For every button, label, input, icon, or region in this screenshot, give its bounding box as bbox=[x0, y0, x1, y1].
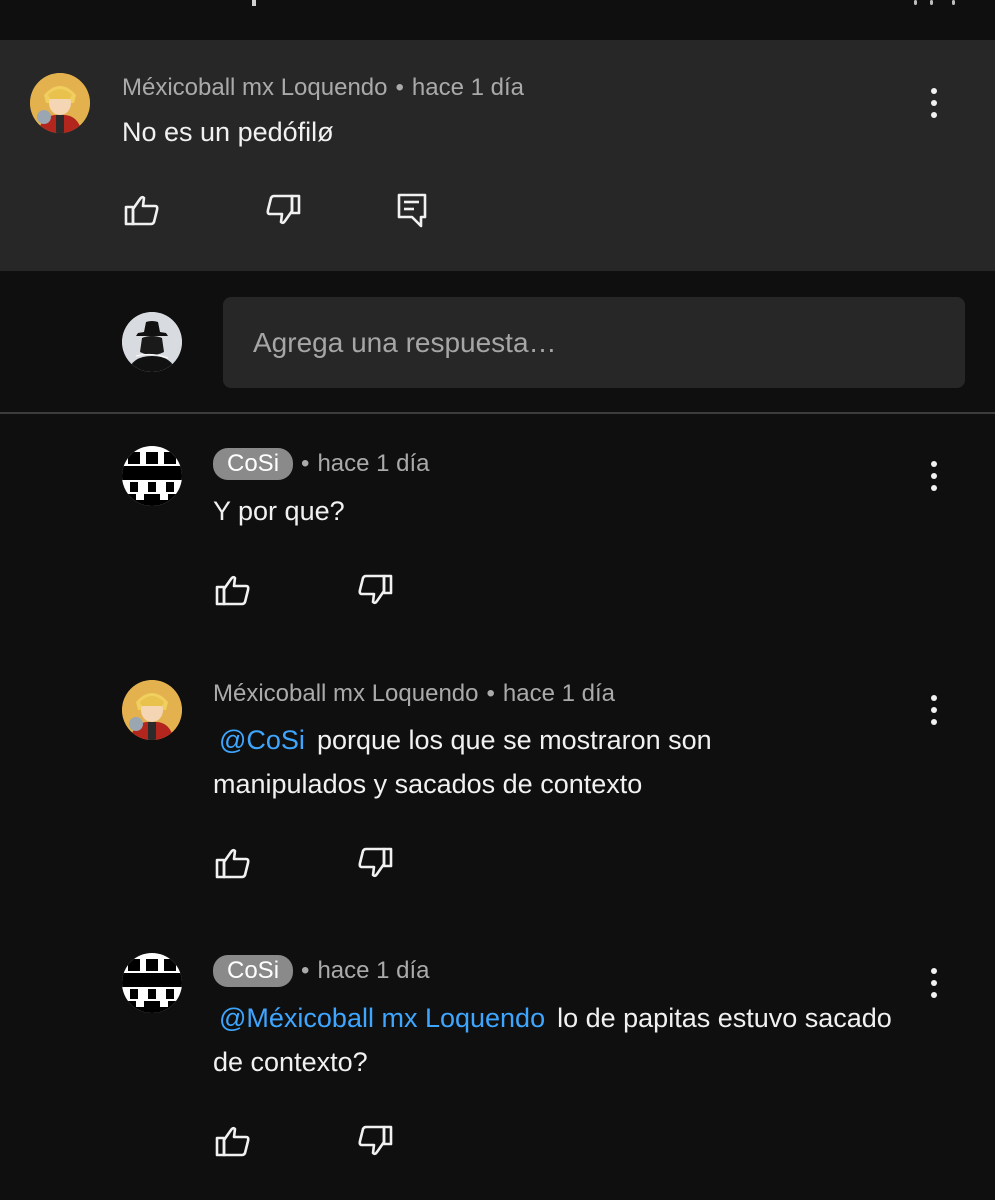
author-chip[interactable]: CoSi bbox=[213, 448, 294, 480]
reply-composer bbox=[0, 271, 995, 413]
divider bbox=[0, 412, 995, 414]
more-options-button[interactable] bbox=[914, 690, 954, 730]
comment-text: @Méxicoball mx Loquendo lo de papitas est… bbox=[213, 996, 913, 1084]
like-button[interactable] bbox=[210, 840, 256, 886]
current-user-avatar[interactable] bbox=[122, 312, 182, 372]
mention-link[interactable]: @Méxicoball mx Loquendo bbox=[219, 1003, 545, 1033]
anime-character-avatar-icon bbox=[30, 73, 90, 133]
top-strip bbox=[0, 0, 995, 40]
timestamp[interactable]: hace 1 día bbox=[317, 957, 429, 985]
dislike-button[interactable] bbox=[352, 567, 398, 613]
dislike-icon bbox=[266, 194, 301, 225]
cut-off-icon bbox=[908, 0, 958, 6]
like-icon bbox=[215, 575, 250, 606]
dislike-button[interactable] bbox=[352, 1118, 398, 1164]
reply-input[interactable] bbox=[223, 297, 965, 388]
like-icon bbox=[215, 1126, 250, 1157]
cut-off-glyph bbox=[252, 0, 256, 6]
author-name[interactable]: Méxicoball mx Loquendo bbox=[122, 74, 388, 102]
comment-meta: CoSi • hace 1 día bbox=[213, 955, 430, 987]
comment-text: Y por que? bbox=[213, 496, 345, 526]
hat-silhouette-avatar-icon bbox=[122, 312, 182, 372]
separator-dot: • bbox=[301, 957, 310, 984]
dislike-button[interactable] bbox=[352, 840, 398, 886]
author-name[interactable]: Méxicoball mx Loquendo bbox=[213, 680, 479, 708]
avatar[interactable] bbox=[122, 680, 182, 740]
mention-link[interactable]: @CoSi bbox=[219, 725, 305, 755]
avatar[interactable] bbox=[122, 953, 182, 1013]
reply-button[interactable] bbox=[388, 187, 434, 233]
dislike-button[interactable] bbox=[260, 187, 306, 233]
like-button[interactable] bbox=[119, 187, 165, 233]
more-options-button[interactable] bbox=[914, 456, 954, 496]
timestamp[interactable]: hace 1 día bbox=[503, 680, 615, 708]
timestamp[interactable]: hace 1 día bbox=[317, 450, 429, 478]
like-icon bbox=[215, 848, 250, 879]
dislike-icon bbox=[358, 847, 393, 878]
parent-comment: Méxicoball mx Loquendo • hace 1 día No e… bbox=[0, 40, 995, 271]
comment-text: No es un pedófilø bbox=[122, 117, 334, 147]
dislike-icon bbox=[358, 574, 393, 605]
separator-dot: • bbox=[486, 680, 495, 707]
dislike-icon bbox=[358, 1125, 393, 1156]
like-button[interactable] bbox=[210, 1118, 256, 1164]
reply-icon bbox=[397, 193, 427, 228]
comment-text: @CoSi porque los que se mostraron son man… bbox=[213, 718, 853, 806]
more-options-button[interactable] bbox=[914, 963, 954, 1003]
timestamp[interactable]: hace 1 día bbox=[412, 74, 524, 102]
avatar[interactable] bbox=[122, 446, 182, 506]
anime-character-avatar-icon bbox=[122, 680, 182, 740]
like-icon bbox=[124, 195, 159, 226]
checker-pattern-avatar-icon bbox=[122, 953, 182, 1013]
more-options-button[interactable] bbox=[914, 83, 954, 123]
like-button[interactable] bbox=[210, 567, 256, 613]
comment-meta: Méxicoball mx Loquendo • hace 1 día bbox=[122, 74, 524, 102]
checker-pattern-avatar-icon bbox=[122, 446, 182, 506]
separator-dot: • bbox=[301, 450, 310, 477]
avatar[interactable] bbox=[30, 73, 90, 133]
comment-meta: Méxicoball mx Loquendo • hace 1 día bbox=[213, 680, 615, 708]
separator-dot: • bbox=[395, 74, 404, 101]
comment-meta: CoSi • hace 1 día bbox=[213, 448, 430, 480]
author-chip[interactable]: CoSi bbox=[213, 955, 294, 987]
